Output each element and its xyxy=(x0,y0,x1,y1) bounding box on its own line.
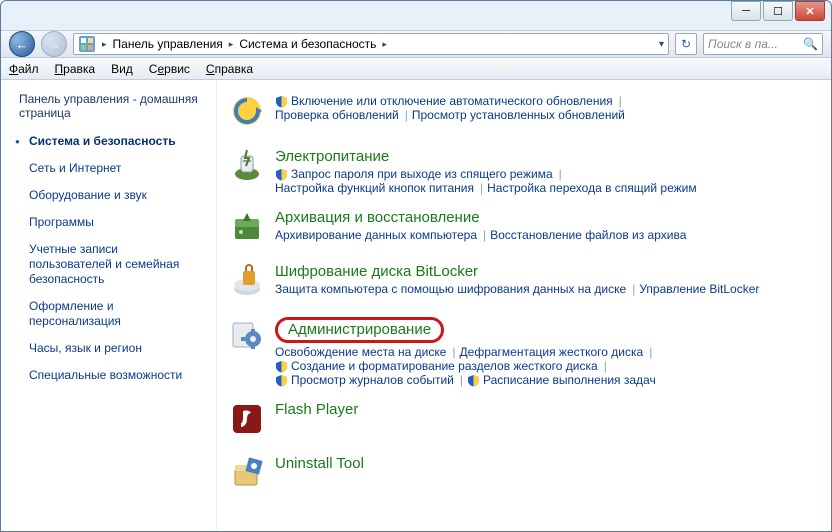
sidebar-item-3[interactable]: Программы xyxy=(1,209,216,236)
menu-view[interactable]: Вид xyxy=(111,62,133,76)
sidebar-item-5[interactable]: Оформление и персонализация xyxy=(1,293,216,335)
category-icon xyxy=(227,209,267,249)
window: ─ ☐ ✕ ← → ▸ Панель управления ▸ Система … xyxy=(0,0,832,532)
sublink[interactable]: Создание и форматирование разделов жестк… xyxy=(275,359,598,373)
category-icon xyxy=(227,263,267,303)
breadcrumb[interactable]: ▸ Панель управления ▸ Система и безопасн… xyxy=(73,33,669,55)
category-icon xyxy=(227,455,267,495)
search-input[interactable]: Поиск в па... 🔍 xyxy=(703,33,823,55)
sublink[interactable]: Архивирование данных компьютера xyxy=(275,228,477,242)
sidebar-item-1[interactable]: Сеть и Интернет xyxy=(1,155,216,182)
sublink[interactable]: Защита компьютера с помощью шифрования д… xyxy=(275,282,626,296)
category: Шифрование диска BitLocker Защита компьют… xyxy=(227,263,813,303)
search-icon: 🔍 xyxy=(803,37,818,51)
category-icon xyxy=(227,148,267,188)
close-button[interactable]: ✕ xyxy=(795,1,825,21)
category-title[interactable]: Архивация и восстановление xyxy=(275,209,480,226)
sidebar-item-6[interactable]: Часы, язык и регион xyxy=(1,335,216,362)
sublink[interactable]: Дефрагментация жесткого диска xyxy=(460,345,644,359)
link[interactable]: Включение или отключение автоматического… xyxy=(275,94,613,108)
control-panel-icon xyxy=(78,35,96,53)
category-title[interactable]: Электропитание xyxy=(275,148,389,165)
category: Администрирование Освобождение места на д… xyxy=(227,317,813,387)
menu-help[interactable]: Справка xyxy=(206,62,253,76)
sublink[interactable]: Освобождение места на диске xyxy=(275,345,446,359)
sidebar-item-4[interactable]: Учетные записи пользователей и семейная … xyxy=(1,236,216,293)
menu-edit[interactable]: Правка xyxy=(55,62,96,76)
category-title[interactable]: Flash Player xyxy=(275,401,358,418)
windows-update-icon xyxy=(227,94,267,134)
crumb-root[interactable]: Панель управления xyxy=(113,37,223,51)
refresh-button[interactable]: ↻ xyxy=(675,33,697,55)
menu-file[interactable]: Файл xyxy=(9,62,39,76)
crumb-arrow: ▸ xyxy=(382,39,387,50)
sublink[interactable]: Настройка функций кнопок питания xyxy=(275,181,474,195)
sidebar-item-2[interactable]: Оборудование и звук xyxy=(1,182,216,209)
category-title[interactable]: Uninstall Tool xyxy=(275,455,364,472)
menu-tools[interactable]: Сервис xyxy=(149,62,190,76)
maximize-button[interactable]: ☐ xyxy=(763,1,793,21)
crumb-arrow: ▸ xyxy=(229,39,234,50)
category-icon xyxy=(227,317,267,357)
minimize-button[interactable]: ─ xyxy=(731,1,761,21)
main-panel: Включение или отключение автоматического… xyxy=(217,80,831,531)
crumb-dropdown-icon[interactable]: ▾ xyxy=(659,39,664,50)
category: Электропитание Запрос пароля при выходе и… xyxy=(227,148,813,195)
sublink[interactable]: Запрос пароля при выходе из спящего режи… xyxy=(275,167,553,181)
nav-forward-button[interactable]: → xyxy=(41,31,67,57)
category-title[interactable]: Администрирование xyxy=(275,317,444,343)
address-bar: ← → ▸ Панель управления ▸ Система и безо… xyxy=(1,30,831,58)
link[interactable]: Просмотр установленных обновлений xyxy=(412,108,625,122)
sublink[interactable]: Расписание выполнения задач xyxy=(467,373,656,387)
window-controls: ─ ☐ ✕ xyxy=(729,1,825,21)
category-title[interactable]: Шифрование диска BitLocker xyxy=(275,263,478,280)
sublink[interactable]: Настройка перехода в спящий режим xyxy=(487,181,696,195)
link[interactable]: Проверка обновлений xyxy=(275,108,399,122)
category: Uninstall Tool xyxy=(227,455,813,495)
sidebar-item-0[interactable]: Система и безопасность xyxy=(1,128,216,155)
sidebar-item-7[interactable]: Специальные возможности xyxy=(1,362,216,389)
crumb-arrow: ▸ xyxy=(102,39,107,50)
crumb-sub[interactable]: Система и безопасность xyxy=(239,37,376,51)
category-icon xyxy=(227,401,267,441)
sublink[interactable]: Восстановление файлов из архива xyxy=(490,228,686,242)
category: Архивация и восстановление Архивирование … xyxy=(227,209,813,249)
category: Flash Player xyxy=(227,401,813,441)
sidebar: Панель управления - домашняя страница Си… xyxy=(1,80,217,531)
menu-bar: Файл Правка Вид Сервис Справка xyxy=(1,58,831,80)
sidebar-title[interactable]: Панель управления - домашняя страница xyxy=(1,92,216,128)
sublink[interactable]: Просмотр журналов событий xyxy=(275,373,454,387)
search-placeholder: Поиск в па... xyxy=(708,37,778,51)
nav-back-button[interactable]: ← xyxy=(9,31,35,57)
content-area: Панель управления - домашняя страница Си… xyxy=(1,80,831,531)
sublink[interactable]: Управление BitLocker xyxy=(639,282,759,296)
category-windows-update-partial: Включение или отключение автоматического… xyxy=(227,94,813,134)
